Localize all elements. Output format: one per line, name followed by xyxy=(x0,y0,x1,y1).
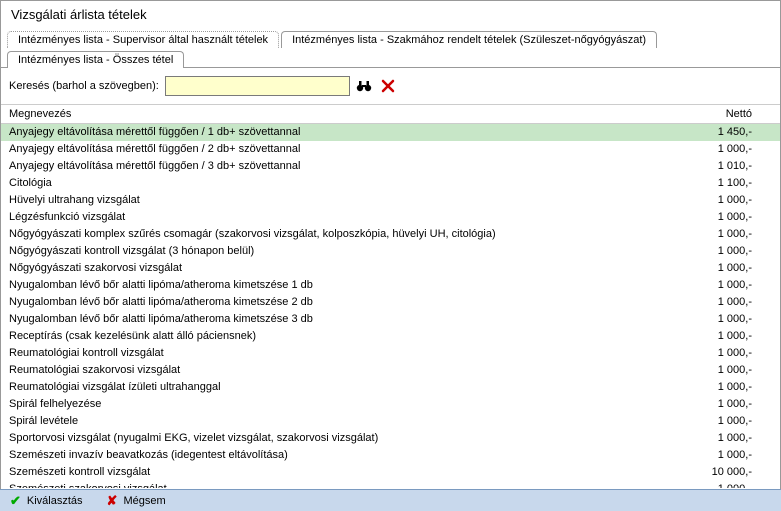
search-input[interactable] xyxy=(165,76,350,96)
cell-name: Reumatológiai vizsgálat ízületi ultrahan… xyxy=(9,380,682,395)
cell-name: Szemészeti kontroll vizsgálat xyxy=(9,465,682,480)
cell-name: Nőgyógyászati szakorvosi vizsgálat xyxy=(9,261,682,276)
table-row[interactable]: Szemészeti szakorvosi vizsgálat1 000,- xyxy=(1,481,780,488)
table-row[interactable]: Reumatológiai vizsgálat ízületi ultrahan… xyxy=(1,379,780,396)
cell-price: 1 000,- xyxy=(682,193,772,208)
col-header-price[interactable]: Nettó xyxy=(682,108,772,120)
cell-name: Nőgyógyászati kontroll vizsgálat (3 hóna… xyxy=(9,244,682,259)
table-row[interactable]: Szemészeti kontroll vizsgálat10 000,- xyxy=(1,464,780,481)
cell-name: Szemészeti invazív beavatkozás (idegente… xyxy=(9,448,682,463)
table-row[interactable]: Nyugalomban lévő bőr alatti lipóma/ather… xyxy=(1,311,780,328)
cell-price: 1 000,- xyxy=(682,227,772,242)
cell-price: 1 000,- xyxy=(682,448,772,463)
cell-name: Szemészeti szakorvosi vizsgálat xyxy=(9,482,682,488)
table-row[interactable]: Nőgyógyászati szakorvosi vizsgálat1 000,… xyxy=(1,260,780,277)
table-row[interactable]: Spirál levétele1 000,- xyxy=(1,413,780,430)
tab-supervisor-items[interactable]: Intézményes lista - Supervisor által has… xyxy=(7,31,279,48)
binoculars-icon[interactable] xyxy=(354,76,374,96)
cell-name: Citológia xyxy=(9,176,682,191)
table-row[interactable]: Nőgyógyászati komplex szűrés csomagár (s… xyxy=(1,226,780,243)
cell-price: 1 000,- xyxy=(682,431,772,446)
cell-price: 1 000,- xyxy=(682,414,772,429)
table-row[interactable]: Anyajegy eltávolítása mérettől függően /… xyxy=(1,141,780,158)
table-row[interactable]: Nőgyógyászati kontroll vizsgálat (3 hóna… xyxy=(1,243,780,260)
cell-price: 1 000,- xyxy=(682,261,772,276)
col-header-name[interactable]: Megnevezés xyxy=(9,108,682,120)
clear-icon[interactable] xyxy=(378,76,398,96)
tabs-lower: Intézményes lista - Összes tétel xyxy=(1,48,780,68)
cell-price: 1 000,- xyxy=(682,312,772,327)
cell-name: Légzésfunkció vizsgálat xyxy=(9,210,682,225)
cell-price: 1 000,- xyxy=(682,329,772,344)
cell-name: Sportorvosi vizsgálat (nyugalmi EKG, viz… xyxy=(9,431,682,446)
cell-price: 1 000,- xyxy=(682,346,772,361)
cell-price: 1 000,- xyxy=(682,482,772,488)
cell-name: Anyajegy eltávolítása mérettől függően /… xyxy=(9,159,682,174)
tab-profession-items[interactable]: Intézményes lista - Szakmához rendelt té… xyxy=(281,31,657,48)
check-icon: ✔ xyxy=(10,493,21,509)
table[interactable]: Megnevezés Nettó Anyajegy eltávolítása m… xyxy=(1,104,780,488)
cell-price: 1 000,- xyxy=(682,278,772,293)
cell-name: Nyugalomban lévő bőr alatti lipóma/ather… xyxy=(9,295,682,310)
cancel-button[interactable]: ✘ Mégsem xyxy=(107,493,166,509)
cell-name: Hüvelyi ultrahang vizsgálat xyxy=(9,193,682,208)
cell-name: Anyajegy eltávolítása mérettől függően /… xyxy=(9,142,682,157)
cell-name: Nőgyógyászati komplex szűrés csomagár (s… xyxy=(9,227,682,242)
tabs-upper: Intézményes lista - Supervisor által has… xyxy=(1,28,780,48)
table-row[interactable]: Anyajegy eltávolítása mérettől függően /… xyxy=(1,158,780,175)
cell-name: Reumatológiai szakorvosi vizsgálat xyxy=(9,363,682,378)
cell-name: Anyajegy eltávolítása mérettől függően /… xyxy=(9,125,682,140)
cell-price: 1 000,- xyxy=(682,142,772,157)
cell-price: 1 000,- xyxy=(682,380,772,395)
cell-price: 1 000,- xyxy=(682,210,772,225)
table-header: Megnevezés Nettó xyxy=(1,105,780,124)
cell-price: 1 000,- xyxy=(682,363,772,378)
cell-name: Spirál felhelyezése xyxy=(9,397,682,412)
cell-price: 1 000,- xyxy=(682,244,772,259)
table-row[interactable]: Légzésfunkció vizsgálat1 000,- xyxy=(1,209,780,226)
table-row[interactable]: Nyugalomban lévő bőr alatti lipóma/ather… xyxy=(1,277,780,294)
cell-name: Receptírás (csak kezelésünk alatt álló p… xyxy=(9,329,682,344)
table-row[interactable]: Hüvelyi ultrahang vizsgálat1 000,- xyxy=(1,192,780,209)
select-label: Kiválasztás xyxy=(27,495,83,507)
table-row[interactable]: Receptírás (csak kezelésünk alatt álló p… xyxy=(1,328,780,345)
table-row[interactable]: Citológia1 100,- xyxy=(1,175,780,192)
cell-price: 1 100,- xyxy=(682,176,772,191)
window-title: Vizsgálati árlista tételek xyxy=(1,1,780,28)
cell-name: Nyugalomban lévő bőr alatti lipóma/ather… xyxy=(9,312,682,327)
table-row[interactable]: Reumatológiai szakorvosi vizsgálat1 000,… xyxy=(1,362,780,379)
cell-price: 10 000,- xyxy=(682,465,772,480)
cell-name: Reumatológiai kontroll vizsgálat xyxy=(9,346,682,361)
table-row[interactable]: Spirál felhelyezése1 000,- xyxy=(1,396,780,413)
x-icon: ✘ xyxy=(107,493,118,509)
table-row[interactable]: Szemészeti invazív beavatkozás (idegente… xyxy=(1,447,780,464)
search-bar: Keresés (barhol a szövegben): xyxy=(1,68,780,104)
cell-price: 1 000,- xyxy=(682,295,772,310)
search-label: Keresés (barhol a szövegben): xyxy=(9,80,159,92)
cell-name: Spirál levétele xyxy=(9,414,682,429)
footer: ✔ Kiválasztás ✘ Mégsem xyxy=(0,489,781,511)
table-row[interactable]: Nyugalomban lévő bőr alatti lipóma/ather… xyxy=(1,294,780,311)
cell-price: 1 000,- xyxy=(682,397,772,412)
select-button[interactable]: ✔ Kiválasztás xyxy=(10,493,83,509)
cell-name: Nyugalomban lévő bőr alatti lipóma/ather… xyxy=(9,278,682,293)
cell-price: 1 450,- xyxy=(682,125,772,140)
table-row[interactable]: Anyajegy eltávolítása mérettől függően /… xyxy=(1,124,780,141)
tab-all-items[interactable]: Intézményes lista - Összes tétel xyxy=(7,51,184,68)
table-row[interactable]: Sportorvosi vizsgálat (nyugalmi EKG, viz… xyxy=(1,430,780,447)
table-row[interactable]: Reumatológiai kontroll vizsgálat1 000,- xyxy=(1,345,780,362)
cell-price: 1 010,- xyxy=(682,159,772,174)
cancel-label: Mégsem xyxy=(123,495,165,507)
